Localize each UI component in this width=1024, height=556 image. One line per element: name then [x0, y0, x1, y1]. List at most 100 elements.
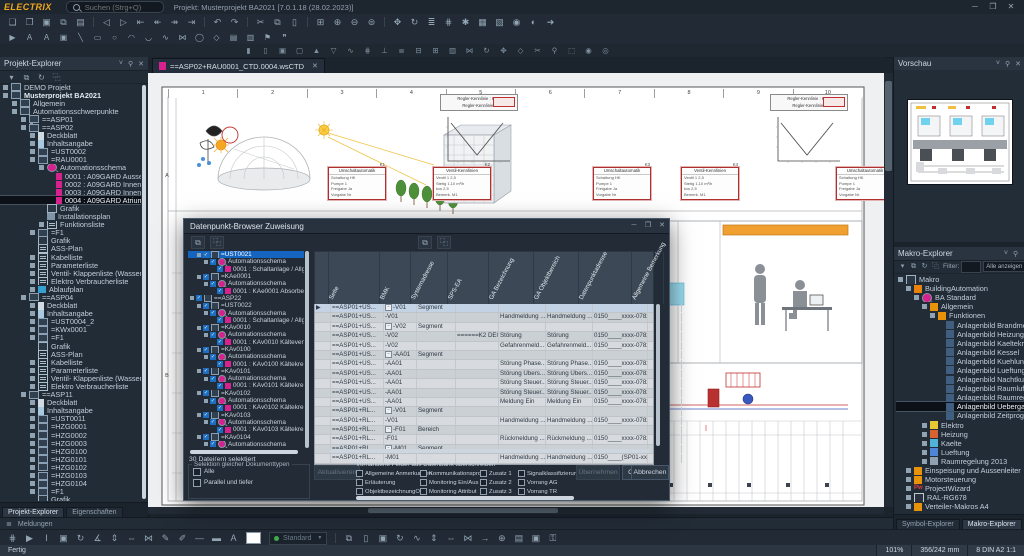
dialog-titlebar[interactable]: Datenpunkt-Browser Zuweisung ─ ❐ ✕ — [184, 219, 669, 234]
dialog-maximize-button[interactable]: ❐ — [641, 219, 655, 233]
checkbox[interactable] — [480, 479, 487, 486]
connector-tool[interactable]: ⋈ — [176, 31, 189, 44]
row-expander-icon[interactable]: − — [385, 351, 392, 358]
layer-manager-button[interactable]: ≣ — [425, 16, 438, 29]
scale-y-button[interactable]: ⇕ — [108, 532, 121, 545]
expander-icon[interactable] — [21, 125, 26, 130]
expander-icon[interactable] — [197, 275, 201, 279]
row-selector[interactable] — [315, 454, 331, 462]
project-tree-item[interactable]: 0002 : A09GARD Innenzone — [0, 180, 141, 188]
group-button[interactable]: ▣ — [276, 44, 289, 57]
project-tree-item[interactable]: Inhaltsangabe — [0, 140, 141, 148]
table-row[interactable]: ==ASP01+US...-AA01Störung Phase...Störun… — [315, 360, 653, 369]
checkbox[interactable]: ✓ — [210, 376, 216, 382]
filter-select[interactable]: Alle anzeigen — [983, 261, 1024, 272]
project-tree-item[interactable]: Deckblatt — [0, 399, 141, 407]
table-row[interactable]: ==ASP01+US...-AA01Störung Steuer...Störu… — [315, 379, 653, 388]
copy-rows-button[interactable]: ⧉ — [418, 236, 432, 249]
overwrite-option[interactable]: Erläuterung — [356, 478, 420, 487]
project-tree-item[interactable]: Deckblatt — [0, 302, 141, 310]
duplicate-button[interactable]: ⿻ — [931, 260, 940, 273]
row-selector[interactable] — [315, 323, 331, 331]
dialog-tree-item[interactable]: ✓=KAv0100 — [188, 346, 304, 353]
zoom-sel-button[interactable]: ⊕ — [495, 532, 508, 545]
pen-button[interactable]: ✎ — [159, 532, 172, 545]
checkbox[interactable]: ✓ — [210, 419, 216, 425]
macro-button[interactable]: ▦ — [476, 16, 489, 29]
save-all-button[interactable]: ⧉ — [57, 16, 70, 29]
checkbox[interactable]: ✓ — [203, 412, 209, 418]
ungroup-button[interactable]: ▢ — [293, 44, 306, 57]
checkbox[interactable]: ✓ — [217, 288, 223, 294]
uebernehmen-button[interactable]: Übernehmen — [576, 465, 620, 480]
arc-tool[interactable]: ◠ — [125, 31, 138, 44]
angle-button[interactable]: ∡ — [91, 532, 104, 545]
checkbox[interactable]: ✓ — [210, 259, 216, 265]
table-row[interactable]: ==ASP01+US...-V02Gefahrenmeld...Gefahren… — [315, 342, 653, 351]
project-tree-item[interactable]: =KWx0001 — [0, 326, 141, 334]
column-header[interactable]: Systemadresse — [411, 252, 448, 304]
row-expander-icon[interactable]: − — [385, 304, 392, 311]
project-tree-item[interactable]: Parameterliste — [0, 261, 141, 269]
expander-icon[interactable] — [30, 263, 35, 268]
checkbox[interactable] — [356, 488, 363, 495]
table-row[interactable]: ==ASP01+RL...−-F01Bereich — [315, 426, 653, 435]
layers-button[interactable]: ≣ — [395, 44, 408, 57]
measure-button[interactable]: ⊞ — [429, 44, 442, 57]
project-tree-item[interactable]: =HZG0003 — [0, 439, 141, 447]
selection-option[interactable]: Parallel und tiefer — [193, 478, 309, 487]
row-selector[interactable] — [315, 370, 331, 378]
expander-icon[interactable] — [30, 465, 35, 470]
dialog-tree-item[interactable]: ✓Automationsschema — [188, 419, 304, 426]
expander-icon[interactable] — [197, 391, 201, 395]
expander-icon[interactable] — [21, 392, 26, 397]
note-tool[interactable]: ❞ — [278, 31, 291, 44]
page-next-button[interactable]: ↠ — [168, 16, 181, 29]
macro-tree-item[interactable]: PwProjectWizard — [896, 484, 1024, 493]
expander-icon[interactable] — [197, 348, 201, 352]
rotate2-button[interactable]: ↻ — [393, 532, 406, 545]
row-expander-icon[interactable]: − — [385, 426, 392, 433]
expander-icon[interactable] — [204, 399, 208, 403]
node-button[interactable]: ∿ — [410, 532, 423, 545]
pair-symbol-button[interactable]: ▮ — [242, 44, 255, 57]
expander-icon[interactable] — [30, 441, 35, 446]
macro-tree-item[interactable]: Raumregelung 2013 — [896, 457, 1024, 466]
overwrite-option[interactable]: Monitoring Attribut — [420, 487, 480, 496]
project-tree-item[interactable]: =HZG0002 — [0, 431, 141, 439]
page-last-button[interactable]: ⇥ — [185, 16, 198, 29]
overwrite-option[interactable]: Monitoring Ein/Aus — [420, 478, 480, 487]
layer-box-button[interactable]: ▣ — [57, 532, 70, 545]
block-button[interactable]: ▣ — [376, 532, 389, 545]
expander-icon[interactable] — [922, 450, 927, 455]
search-input[interactable] — [83, 2, 157, 13]
project-tree-item[interactable]: Ventil- Klappenliste (Wasseranwendung) — [0, 374, 141, 382]
expander-icon[interactable] — [30, 360, 35, 365]
checkbox[interactable]: ✓ — [210, 441, 216, 447]
expander-icon[interactable] — [3, 93, 8, 98]
expander-icon[interactable] — [922, 423, 927, 428]
row-selector[interactable] — [315, 389, 331, 397]
project-tree-item[interactable]: Kabelliste — [0, 253, 141, 261]
copy-structure-button[interactable]: ⧉ — [21, 71, 32, 84]
pin-button[interactable]: ⚲ — [548, 44, 561, 57]
tab-makro-explorer[interactable]: Makro-Explorer — [962, 519, 1022, 529]
expander-icon[interactable] — [190, 296, 194, 300]
expander-icon[interactable] — [906, 477, 911, 482]
project-tree-item[interactable]: Inhaltsangabe — [0, 310, 141, 318]
pin-icon[interactable]: ⚲ — [1005, 60, 1010, 68]
expander-icon[interactable] — [39, 222, 44, 227]
macro-tree-item[interactable]: BA Standard — [896, 293, 1024, 302]
project-tree-item[interactable]: =HZG0100 — [0, 447, 141, 455]
table-row[interactable]: ==ASP01+US...-V01Handmeldung ...Handmeld… — [315, 313, 653, 322]
selection-option[interactable]: Alle — [193, 467, 309, 476]
filter-input[interactable] — [961, 261, 981, 273]
image-tool[interactable]: ▣ — [57, 31, 70, 44]
expander-icon[interactable] — [197, 435, 201, 439]
grid-toggle-button[interactable]: ⋕ — [6, 532, 19, 545]
column-header[interactable]: GA Bezeichnung — [489, 252, 534, 304]
scale-button[interactable]: ◇ — [514, 44, 527, 57]
layer-select[interactable]: Standard ▼ — [269, 532, 327, 545]
expander-icon[interactable] — [30, 157, 35, 162]
expander-icon[interactable] — [204, 311, 208, 315]
